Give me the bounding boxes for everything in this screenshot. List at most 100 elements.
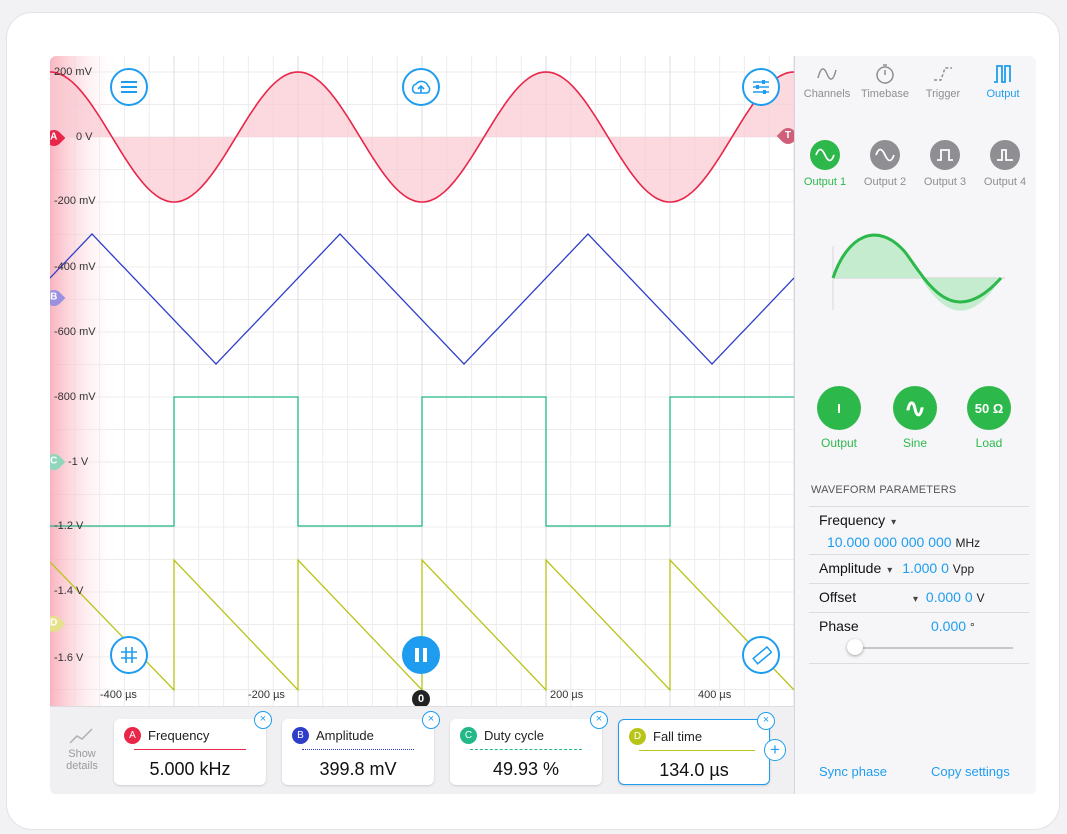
output-toggle-label: Output — [820, 436, 858, 450]
trigger-edge-icon — [934, 67, 952, 81]
measurement-card-fall-time[interactable]: D Fall time 134.0 µs × — [618, 712, 775, 785]
menu-button[interactable] — [110, 68, 148, 106]
trend-icon — [69, 728, 93, 744]
y-label-minus1-2v: -1.2 V — [54, 520, 84, 532]
tab-trigger[interactable]: Trigger — [915, 60, 971, 100]
frequency-row[interactable]: Frequency ▾ 10.000 000 000 000 MHz — [809, 506, 1029, 555]
waveform-type-button[interactable]: ∿ Sine — [885, 386, 945, 450]
channel-d-rule — [639, 750, 755, 751]
measurement-card-amplitude[interactable]: B Amplitude 399.8 mV × — [282, 711, 440, 785]
output-3-label: Output 3 — [923, 176, 967, 188]
close-icon[interactable]: × — [590, 711, 608, 729]
measurement-value: 5.000 kHz — [149, 759, 231, 779]
add-measurement-button[interactable]: + — [764, 739, 786, 761]
scope-display[interactable]: 200 mV 0 V -200 mV -400 mV -600 mV -800 … — [50, 56, 800, 708]
output-1-button[interactable]: Output 1 — [797, 140, 853, 188]
waveform-type-label: Sine — [902, 436, 928, 450]
grid-icon — [121, 647, 137, 663]
sync-phase-link[interactable]: Sync phase — [819, 764, 887, 779]
load-label: Load — [975, 436, 1003, 450]
offset-unit: V — [976, 591, 985, 605]
sine-wave-icon — [817, 68, 837, 80]
close-icon[interactable]: × — [254, 711, 272, 729]
copy-settings-link[interactable]: Copy settings — [931, 764, 1010, 779]
tab-channels-label: Channels — [803, 88, 851, 100]
settings-button[interactable] — [742, 68, 780, 106]
tab-timebase[interactable]: Timebase — [857, 60, 913, 100]
measurement-title: Amplitude — [316, 728, 374, 743]
sine-wave-icon — [815, 148, 835, 162]
offset-label: Offset — [819, 589, 857, 605]
y-label-minus1-6v: -1.6 V — [54, 652, 84, 664]
offset-row[interactable]: Offset ▾ 0.000 0 V — [809, 583, 1029, 612]
output-2-button[interactable]: Output 2 — [857, 140, 913, 188]
measurement-value: 399.8 mV — [319, 759, 397, 779]
load-ohm-icon: 50 Ω — [967, 386, 1011, 430]
amplitude-value[interactable]: 1.000 0 — [902, 560, 949, 576]
tab-output[interactable]: Output — [975, 60, 1031, 100]
tab-channels[interactable]: Channels — [799, 60, 855, 100]
cloud-upload-button[interactable] — [402, 68, 440, 106]
amplitude-row[interactable]: Amplitude ▾ 1.000 0 Vpp — [809, 554, 1029, 583]
channel-b-badge: B — [292, 727, 309, 744]
phase-row[interactable]: Phase 0.000 ° — [809, 612, 1029, 664]
show-details-button[interactable]: Show details — [58, 725, 106, 772]
trace-canvas — [50, 56, 794, 706]
square-wave-icon — [994, 65, 1011, 83]
y-label-minus1v: -1 V — [68, 456, 89, 468]
sine-wave-icon: ∿ — [893, 386, 937, 430]
tab-trigger-label: Trigger — [925, 88, 961, 100]
phase-slider-thumb[interactable] — [847, 639, 863, 655]
phase-slider-track[interactable] — [853, 647, 1013, 649]
output-1-label: Output 1 — [803, 176, 847, 188]
ruler-icon — [752, 645, 772, 665]
menu-icon — [121, 81, 137, 93]
channel-a-rule — [134, 749, 246, 750]
phase-unit: ° — [969, 620, 975, 634]
load-button[interactable]: 50 Ω Load — [959, 386, 1019, 450]
pause-icon — [415, 648, 427, 662]
measurement-title: Duty cycle — [484, 728, 544, 743]
measurement-value: 49.93 % — [492, 759, 560, 779]
sine-wave-icon — [875, 148, 895, 162]
tab-output-label: Output — [986, 88, 1020, 100]
square-wave-icon — [937, 149, 953, 161]
offset-value[interactable]: 0.000 0 — [926, 589, 973, 605]
frequency-label: Frequency — [819, 512, 886, 528]
measurement-card-duty-cycle[interactable]: C Duty cycle 49.93 % × — [450, 711, 608, 785]
y-label-minus400mv: -400 mV — [54, 261, 96, 273]
phase-label: Phase — [819, 618, 859, 634]
cloud-upload-icon — [411, 80, 431, 94]
left-edge-shade — [50, 56, 120, 706]
oscilloscope-app: 200 mV 0 V -200 mV -400 mV -600 mV -800 … — [50, 56, 1036, 794]
pulse-wave-icon — [997, 149, 1013, 161]
close-icon[interactable]: × — [422, 711, 440, 729]
ruler-button[interactable] — [742, 636, 780, 674]
x-label-200us: 200 µs — [550, 689, 584, 701]
y-label-minus800mv: -800 mV — [54, 391, 96, 403]
output-3-button[interactable]: Output 3 — [917, 140, 973, 188]
y-label-minus600mv: -600 mV — [54, 326, 96, 338]
measurement-card-frequency[interactable]: A Frequency 5.000 kHz × — [114, 711, 272, 785]
pause-button[interactable] — [402, 636, 440, 674]
frequency-unit: MHz — [955, 536, 981, 550]
output-4-button[interactable]: Output 4 — [977, 140, 1033, 188]
waveform-parameters-heading: WAVEFORM PARAMETERS — [811, 484, 957, 496]
channel-d-badge: D — [629, 728, 646, 745]
y-label-0v: 0 V — [76, 131, 93, 143]
channel-a-badge: A — [124, 727, 141, 744]
grid-button[interactable] — [110, 636, 148, 674]
stopwatch-icon — [876, 64, 894, 84]
show-details-label: Show details — [66, 748, 98, 772]
y-label-minus200mv: -200 mV — [54, 195, 96, 207]
close-icon[interactable]: × — [757, 712, 775, 730]
output-4-label: Output 4 — [983, 176, 1027, 188]
measurement-title: Fall time — [653, 729, 703, 744]
frequency-value[interactable]: 10.000 000 000 000 — [827, 534, 952, 550]
y-label-minus1-4v: -1.4 V — [54, 585, 84, 597]
phase-value[interactable]: 0.000 — [931, 618, 966, 634]
side-panel: Channels Timebase Trigger Output Output … — [794, 56, 1036, 794]
output-toggle-button[interactable]: I Output — [809, 386, 869, 450]
measurement-title: Frequency — [148, 728, 210, 743]
x-label-minus400us: -400 µs — [100, 689, 137, 701]
